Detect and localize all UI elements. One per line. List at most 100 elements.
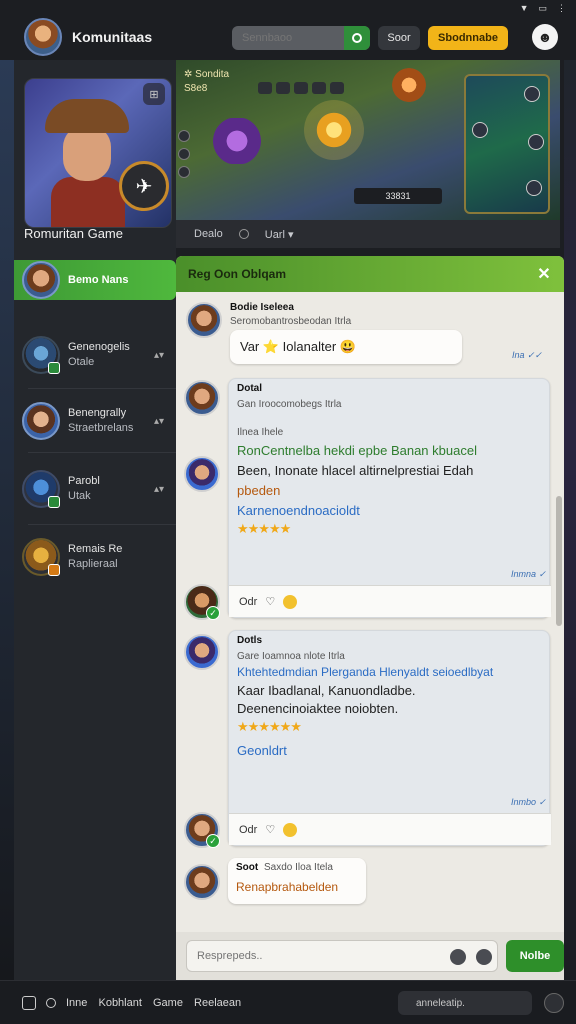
skill-icon[interactable] xyxy=(526,180,542,196)
avatar[interactable] xyxy=(186,302,222,338)
read-receipt: Inmbo ✓ xyxy=(511,797,547,807)
avatar[interactable] xyxy=(184,864,220,900)
avatar[interactable] xyxy=(184,456,220,492)
stream-subtab-bar: Dealo Uarl ▾ xyxy=(176,220,560,248)
read-receipt: Inmna ✓ xyxy=(511,569,547,579)
search-button[interactable] xyxy=(344,26,370,50)
card-options-icon[interactable]: ⊞ xyxy=(143,83,165,105)
reaction-label: Odr xyxy=(239,823,258,836)
expand-icon[interactable]: ▴▾ xyxy=(154,350,164,361)
verified-icon: ✓ xyxy=(206,834,220,848)
hud-player-name: Sondita xyxy=(195,69,230,80)
home-icon[interactable] xyxy=(22,995,36,1010)
card-badge-icon[interactable]: ✈ xyxy=(119,161,169,211)
sidebar-item-bemo-nans[interactable]: Bemo Nans xyxy=(14,260,176,300)
status-badge-icon xyxy=(48,496,60,508)
message-sender: Soot xyxy=(236,862,259,873)
left-background-strip xyxy=(0,60,14,980)
sidebar-item-sublabel: Otale xyxy=(68,356,95,368)
game-minimap[interactable] xyxy=(464,74,550,214)
header-button-secondary[interactable]: Soor xyxy=(378,26,420,50)
search-icon xyxy=(352,33,362,43)
expand-icon[interactable]: ▴▾ xyxy=(154,484,164,495)
sidebar-item-label: Remais Re xyxy=(68,543,123,555)
emoji-icon[interactable] xyxy=(283,594,298,609)
app-logo-avatar[interactable] xyxy=(24,18,62,56)
send-button[interactable]: Nolbe xyxy=(506,940,564,972)
battery-icon: ▭ xyxy=(538,2,547,13)
message-text: Been, Inonate hlacel altirnelprestiai Ed… xyxy=(237,463,474,478)
sidebar-item-genenogelis[interactable]: Genenogelis Otale ▴▾ xyxy=(14,326,176,384)
close-icon[interactable]: ✕ xyxy=(534,264,554,284)
rating-stars: ★★★★★ xyxy=(237,521,291,536)
skill-icon[interactable] xyxy=(524,86,540,102)
attach-icon[interactable] xyxy=(476,949,492,965)
bottom-nav: Inne Kobhlant Game Reelaean xyxy=(66,997,249,1009)
reaction-bar: Odr ♡ xyxy=(229,585,551,617)
settings-icon[interactable] xyxy=(238,229,249,239)
message-label: Ilnea Ihele xyxy=(237,427,284,438)
settings-icon[interactable] xyxy=(544,993,564,1013)
skill-icon[interactable] xyxy=(528,134,544,150)
avatar xyxy=(22,402,60,440)
emoji-picker-icon[interactable] xyxy=(450,949,466,965)
search-box[interactable] xyxy=(232,26,370,50)
avatar[interactable] xyxy=(184,380,220,416)
sidebar-item-parobl[interactable]: Parobl Utak ▴▾ xyxy=(14,460,176,518)
search-icon[interactable] xyxy=(46,997,56,1008)
chat-header: Reg Oon Oblqam ✕ xyxy=(176,256,564,292)
message-bubble: Soot Saxdo Iloa Itela Renapbrahabelden xyxy=(228,858,366,904)
message-bubble: Var ⭐ Iolanalter 😃 xyxy=(230,330,462,364)
chat-scrollbar[interactable] xyxy=(556,496,562,626)
like-icon[interactable]: ♡ xyxy=(265,823,275,836)
emoji-icon[interactable] xyxy=(283,822,298,837)
compass-icon: ✲ xyxy=(184,69,196,80)
game-status-bar: 33831 xyxy=(354,188,442,204)
subtab-dealo[interactable]: Dealo xyxy=(194,228,223,240)
message-link[interactable]: Karnenoendnoacioldt xyxy=(237,503,360,518)
chat-panel: Reg Oon Oblqam ✕ Bodie Iseleea Seromoban… xyxy=(176,256,564,980)
message-link[interactable]: Geonldrt xyxy=(237,743,287,758)
hero-character xyxy=(304,100,364,160)
bottom-nav-item[interactable]: Game xyxy=(153,997,183,1009)
fire-brazier xyxy=(392,68,426,102)
game-left-controls[interactable] xyxy=(178,130,190,178)
like-icon[interactable]: ♡ xyxy=(265,595,275,608)
game-cover-card[interactable]: ⊞ ✈ xyxy=(24,78,172,228)
sidebar-item-label: Genenogelis xyxy=(68,341,130,353)
bottom-nav-item[interactable]: Reelaean xyxy=(194,997,241,1009)
sidebar-item-benengrally[interactable]: Benengrally Straetbrelans ▴▾ xyxy=(14,392,176,450)
avatar[interactable] xyxy=(184,634,220,670)
sidebar: ⊞ ✈ Romuritan Game Bemo Nans Genenogelis… xyxy=(14,60,176,980)
message-sender: Dotls xyxy=(237,635,262,646)
bottom-search-field[interactable]: anneleatip. xyxy=(398,991,532,1015)
message-text: Khtehtedmdian Plerganda Hlenyaldt seioed… xyxy=(237,665,494,679)
sidebar-item-remais-re[interactable]: Remais Re Raplieraal xyxy=(14,528,176,586)
message-meta: Saxdo Iloa Itela xyxy=(264,862,333,873)
message-card: Dotls Gare Ioamnoa nlote Itrla Khtehtedm… xyxy=(228,630,551,846)
read-receipt: Ina ✓✓ xyxy=(512,350,543,360)
chat-title: Reg Oon Oblqam xyxy=(188,267,287,281)
message-card: Dotal Gan Iroocomobegs Itrla Ilnea Ihele… xyxy=(228,378,551,618)
reaction-bar: Odr ♡ xyxy=(229,813,551,845)
message-meta: Seromobantrosbeodan Itrla xyxy=(230,316,352,327)
profile-icon[interactable]: ☻ xyxy=(532,24,558,50)
message-meta: Gare Ioamnoa nlote Itrla xyxy=(237,651,345,662)
game-stream-view[interactable]: ✲ Sondita S8e8 33831 xyxy=(176,60,560,220)
divider xyxy=(28,388,176,389)
message-text: RonCentnelba hekdi epbe Banan kbuacel xyxy=(237,443,477,458)
search-input[interactable] xyxy=(232,26,344,50)
game-title: Romuritan Game xyxy=(24,226,123,241)
subtab-uarl[interactable]: Uarl ▾ xyxy=(265,228,294,241)
header-button-primary[interactable]: Sbodnnabe xyxy=(428,26,508,50)
bottom-nav-item[interactable]: Kobhlant xyxy=(98,997,141,1009)
divider xyxy=(28,524,176,525)
skill-icon[interactable] xyxy=(472,122,488,138)
message-sender: Bodie Iseleea xyxy=(230,302,294,313)
bottom-nav-item[interactable]: Inne xyxy=(66,997,87,1009)
expand-icon[interactable]: ▴▾ xyxy=(154,416,164,427)
avatar[interactable]: ✓ xyxy=(184,584,220,620)
status-badge-icon xyxy=(48,564,60,576)
sidebar-item-label: Bemo Nans xyxy=(68,273,129,286)
avatar[interactable]: ✓ xyxy=(184,812,220,848)
